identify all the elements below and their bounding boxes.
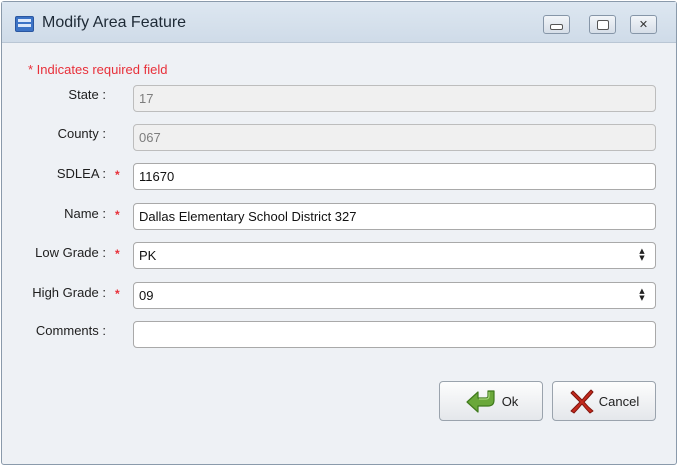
high-grade-select[interactable]: 09 ▲ ▼ [133, 282, 656, 309]
select-arrows-icon: ▲ ▼ [639, 287, 645, 302]
ok-button[interactable]: Ok [439, 381, 543, 421]
cancel-button-label: Cancel [598, 393, 640, 409]
name-input[interactable]: Dallas Elementary School District 327 [133, 203, 656, 230]
sdlea-label: SDLEA : [56, 166, 106, 181]
window-title: Modify Area Feature [42, 14, 187, 31]
minimize-icon [550, 24, 563, 30]
sdlea-input[interactable]: 11670 [133, 163, 656, 190]
comments-input[interactable] [133, 321, 656, 348]
name-required-marker: * [115, 208, 120, 222]
high-grade-required-marker: * [115, 287, 120, 301]
close-icon: ✕ [638, 18, 649, 31]
low-grade-required-marker: * [115, 247, 120, 261]
county-field: 067 [133, 124, 656, 151]
modify-area-feature-dialog: Modify Area Feature ✕ * Indicates requir… [1, 1, 677, 465]
high-grade-value: 09 [139, 288, 154, 303]
app-logo-icon [15, 16, 34, 32]
required-field-note: * Indicates required field [28, 62, 168, 77]
minimize-button[interactable] [543, 15, 570, 34]
state-label: State : [68, 87, 106, 102]
maximize-button[interactable] [589, 15, 616, 34]
ok-button-label: Ok [501, 393, 519, 409]
close-button[interactable]: ✕ [630, 15, 657, 34]
comments-label: Comments : [35, 323, 106, 338]
high-grade-label: High Grade : [32, 285, 106, 300]
title-bar[interactable]: Modify Area Feature ✕ [2, 2, 676, 43]
sdlea-required-marker: * [115, 168, 120, 182]
low-grade-select[interactable]: PK ▲ ▼ [133, 242, 656, 269]
green-arrow-icon [466, 390, 495, 413]
state-field: 17 [133, 85, 656, 112]
low-grade-value: PK [139, 248, 157, 263]
name-label: Name : [64, 206, 106, 221]
red-x-icon [570, 389, 594, 414]
county-label: County : [57, 126, 106, 141]
low-grade-label: Low Grade : [35, 245, 106, 260]
maximize-icon [596, 19, 609, 30]
select-arrows-icon: ▲ ▼ [639, 247, 645, 262]
cancel-button[interactable]: Cancel [552, 381, 656, 421]
